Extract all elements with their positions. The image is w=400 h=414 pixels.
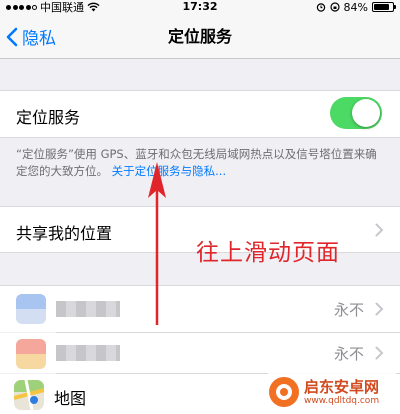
watermark-logo-icon (269, 377, 299, 407)
chevron-left-icon (6, 27, 18, 46)
navigation-bar: 隐私 定位服务 (0, 14, 400, 59)
chevron-right-icon (375, 302, 384, 316)
rotation-lock-icon (329, 2, 340, 12)
app-permission-value: 永不 (333, 301, 364, 319)
maps-app-icon (14, 380, 44, 410)
share-location-label: 共享我的位置 (16, 224, 113, 243)
battery-icon (372, 2, 396, 12)
chevron-right-icon (375, 346, 384, 360)
app-permission-value: 永不 (333, 345, 364, 363)
status-right: 84% (316, 0, 396, 14)
app-name-blurred (56, 301, 120, 317)
watermark-url: www.qdltdq.com (304, 395, 380, 406)
back-button[interactable]: 隐私 (6, 14, 56, 59)
location-description: “定位服务”使用 GPS、蓝牙和众包无线局域网热点以及信号塔位置来确定您的大致方… (16, 146, 386, 180)
app-icon (16, 339, 46, 369)
toggle-knob (352, 99, 380, 127)
status-bar: 中国联通 17:32 84% (0, 0, 400, 14)
swipe-instruction: 往上滑动页面 (196, 240, 340, 266)
page-title: 定位服务 (167, 27, 232, 46)
watermark: 启东安卓网 www.qdltdq.com (268, 372, 396, 412)
maps-label: 地图 (54, 389, 87, 408)
app-icon (16, 294, 46, 324)
watermark-text: 启东安卓网 www.qdltdq.com (304, 377, 380, 406)
divider (0, 137, 400, 138)
location-services-toggle[interactable] (330, 97, 382, 129)
battery-percent: 84% (343, 0, 368, 14)
app-name-blurred (56, 345, 120, 361)
location-services-label: 定位服务 (16, 108, 81, 127)
swipe-up-arrow-icon (148, 162, 166, 325)
watermark-name: 启东安卓网 (304, 377, 380, 396)
alarm-icon (316, 3, 325, 12)
chevron-right-icon (375, 223, 384, 237)
app-row[interactable]: 永不 (0, 286, 400, 332)
back-label: 隐私 (22, 29, 56, 49)
app-row[interactable]: 永不 (0, 333, 400, 373)
